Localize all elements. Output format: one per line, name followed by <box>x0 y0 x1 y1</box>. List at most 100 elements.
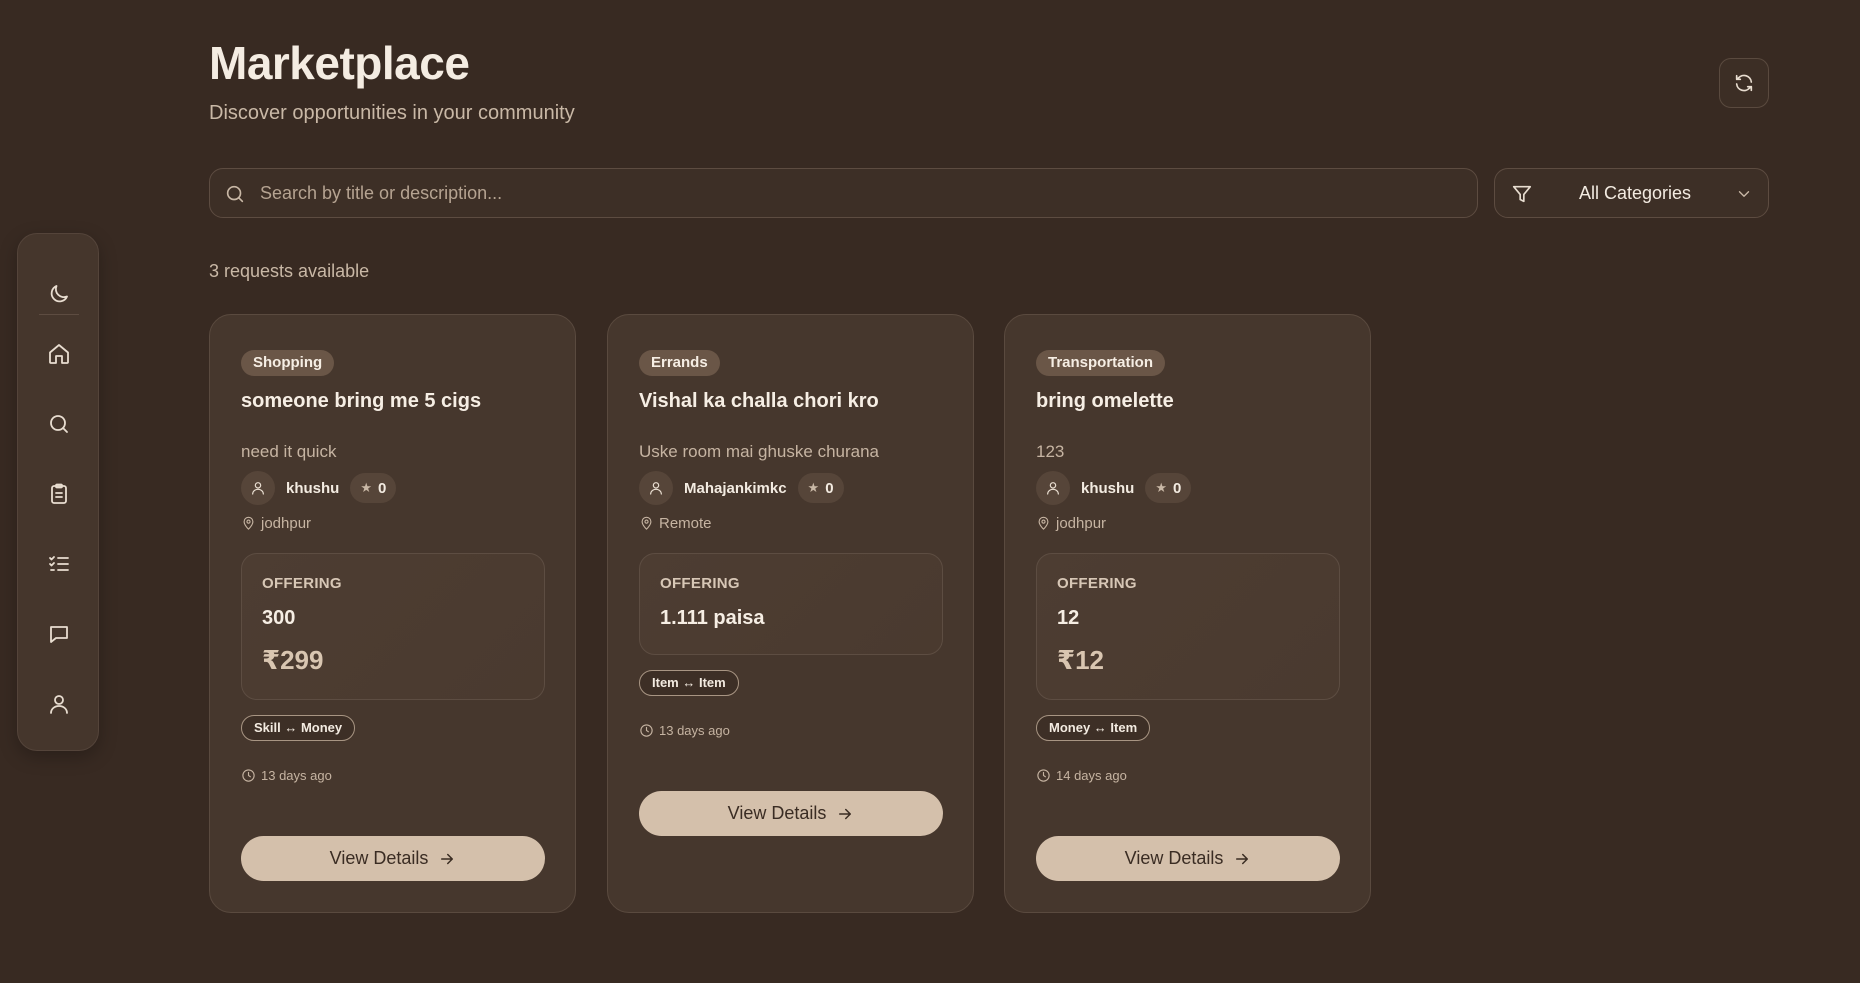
refresh-icon <box>1735 74 1753 92</box>
clock-icon <box>640 724 653 737</box>
view-details-label: View Details <box>329 848 429 868</box>
sidebar <box>17 233 99 751</box>
request-card: Transportation bring omelette 123 khushu… <box>1004 314 1371 913</box>
search-icon <box>226 185 244 203</box>
request-description: 123 <box>1036 442 1065 461</box>
timestamp: 13 days ago <box>241 768 332 783</box>
category-select[interactable]: All Categories <box>1494 168 1769 218</box>
search-input[interactable] <box>260 169 1460 217</box>
star-icon: ★ <box>360 480 372 495</box>
page-title: Marketplace <box>209 37 470 89</box>
rating-value: 0 <box>825 479 834 497</box>
timestamp-text: 13 days ago <box>261 768 332 783</box>
chevron-down-icon <box>1738 191 1750 197</box>
offer-value: 300 <box>262 607 296 629</box>
map-pin-icon <box>641 516 652 530</box>
offer-box: OFFERING 12 ₹12 <box>1036 553 1340 700</box>
user-row: khushu ★ 0 <box>241 471 397 505</box>
rating-badge: ★ 0 <box>1145 473 1192 503</box>
rating-badge: ★ 0 <box>797 473 844 503</box>
arrow-right-icon <box>839 808 852 819</box>
user-row: khushu ★ 0 <box>1036 471 1192 505</box>
clock-icon <box>242 769 255 782</box>
chat-icon <box>50 626 68 643</box>
view-details-button[interactable]: View Details <box>241 836 545 881</box>
offer-label: OFFERING <box>262 575 342 592</box>
map-pin-icon <box>1038 516 1049 530</box>
user-icon <box>252 482 264 495</box>
arrow-right-icon <box>1236 853 1249 864</box>
sidebar-item-messages[interactable] <box>39 614 79 654</box>
avatar <box>241 471 275 505</box>
page-subtitle: Discover opportunities in your community <box>209 102 575 124</box>
offer-box: OFFERING 1.111 paisa <box>639 553 943 655</box>
search-icon <box>50 415 68 433</box>
location-text: Remote <box>659 515 712 532</box>
sidebar-item-requests[interactable] <box>39 474 79 514</box>
refresh-button[interactable] <box>1719 58 1769 108</box>
username: khushu <box>286 479 340 497</box>
rating-value: 0 <box>1173 479 1182 497</box>
sidebar-item-search[interactable] <box>39 404 79 444</box>
category-select-value: All Categories <box>1579 183 1692 203</box>
category-tag: Errands <box>639 350 720 376</box>
view-details-label: View Details <box>727 803 827 823</box>
sidebar-item-tasks[interactable] <box>39 544 79 584</box>
request-description: need it quick <box>241 442 337 461</box>
category-tag: Transportation <box>1036 350 1166 376</box>
offer-label: OFFERING <box>660 575 740 592</box>
clock-icon <box>1037 769 1050 782</box>
username: khushu <box>1081 479 1135 497</box>
moon-icon <box>50 285 68 303</box>
view-details-button[interactable]: View Details <box>1036 836 1340 881</box>
exchange-badge: Money ↔ Item <box>1036 715 1151 741</box>
offer-price: ₹12 <box>1057 645 1105 675</box>
offer-price: ₹299 <box>262 645 324 675</box>
timestamp: 14 days ago <box>1036 768 1127 783</box>
user-icon <box>1047 482 1059 495</box>
timestamp-text: 13 days ago <box>659 723 730 738</box>
user-icon <box>650 482 662 495</box>
sidebar-item-home[interactable] <box>39 334 79 374</box>
timestamp-text: 14 days ago <box>1056 768 1127 783</box>
location: jodhpur <box>1036 515 1106 532</box>
request-title: bring omelette <box>1036 390 1174 412</box>
results-count: 3 requests available <box>209 261 370 281</box>
sidebar-divider <box>39 314 79 315</box>
avatar <box>639 471 673 505</box>
location: Remote <box>639 515 712 532</box>
star-icon: ★ <box>1155 480 1167 495</box>
offer-value: 1.111 paisa <box>660 607 765 629</box>
theme-toggle-button[interactable] <box>39 274 79 314</box>
timestamp: 13 days ago <box>639 723 730 738</box>
sidebar-item-profile[interactable] <box>39 684 79 724</box>
offer-value: 12 <box>1057 607 1080 629</box>
offer-box: OFFERING 300 ₹299 <box>241 553 545 700</box>
home-icon <box>49 344 69 364</box>
marketplace-page: Marketplace Discover opportunities in yo… <box>0 0 1860 983</box>
map-pin-icon <box>243 516 254 530</box>
offer-label: OFFERING <box>1057 575 1137 592</box>
location-text: jodhpur <box>1056 515 1107 532</box>
avatar <box>1036 471 1070 505</box>
request-card: Shopping someone bring me 5 cigs need it… <box>209 314 576 913</box>
star-icon: ★ <box>807 480 820 495</box>
rating-value: 0 <box>378 479 387 497</box>
search-bar <box>209 168 1478 218</box>
request-title: Vishal ka challa chori kro <box>639 390 879 412</box>
location-text: jodhpur <box>261 515 312 532</box>
checklist-icon <box>49 556 69 571</box>
arrow-right-icon <box>441 853 454 864</box>
rating-badge: ★ 0 <box>350 473 397 503</box>
user-icon <box>50 695 68 714</box>
exchange-badge: Item ↔ Item <box>639 670 739 696</box>
category-tag: Shopping <box>241 350 335 376</box>
clipboard-icon <box>51 483 67 504</box>
user-row: Mahajankimkc ★ 0 <box>639 471 844 505</box>
request-card: Errands Vishal ka challa chori kro Uske … <box>607 314 974 913</box>
request-description: Uske room mai ghuske churana <box>639 442 880 461</box>
location: jodhpur <box>241 515 311 532</box>
filter-icon <box>1512 185 1532 203</box>
view-details-button[interactable]: View Details <box>639 791 943 836</box>
username: Mahajankimkc <box>684 479 787 497</box>
